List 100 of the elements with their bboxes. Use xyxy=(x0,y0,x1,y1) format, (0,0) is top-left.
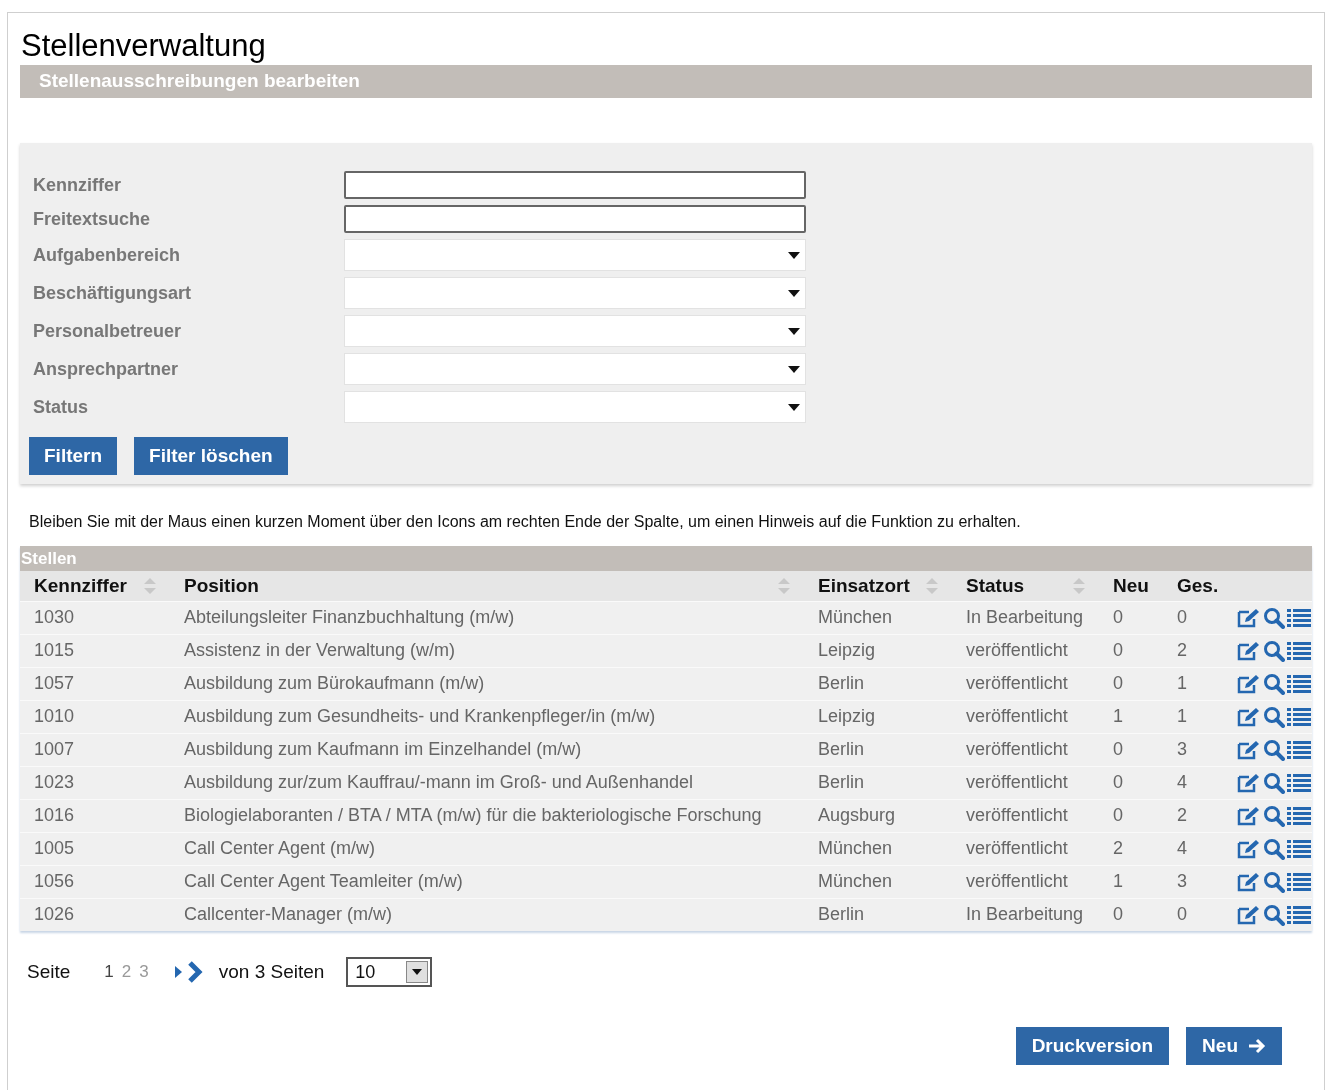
table-cell: veröffentlicht xyxy=(952,700,1099,733)
select-field[interactable] xyxy=(344,391,806,423)
table-cell: Berlin xyxy=(804,667,952,700)
edit-icon[interactable] xyxy=(1237,904,1261,925)
search-icon[interactable] xyxy=(1263,738,1285,761)
table-cell: Call Center Agent Teamleiter (m/w) xyxy=(170,865,804,898)
list-icon[interactable] xyxy=(1287,772,1311,793)
table-cell: 0 xyxy=(1099,601,1163,634)
edit-icon[interactable] xyxy=(1237,739,1261,760)
table-cell: 2 xyxy=(1099,832,1163,865)
table-cell: 3 xyxy=(1163,733,1233,766)
table-cell: Leipzig xyxy=(804,634,952,667)
table-cell: veröffentlicht xyxy=(952,634,1099,667)
subtitle: Stellenausschreibungen bearbeiten xyxy=(39,69,360,94)
edit-icon[interactable] xyxy=(1237,838,1261,859)
search-icon[interactable] xyxy=(1263,771,1285,794)
list-icon[interactable] xyxy=(1287,640,1311,661)
field-label: Status xyxy=(32,395,89,419)
field-label: Personalbetreuer xyxy=(32,319,183,343)
table-cell: 2 xyxy=(1163,799,1233,832)
list-icon[interactable] xyxy=(1287,805,1311,826)
search-icon[interactable] xyxy=(1263,870,1285,893)
text-input[interactable] xyxy=(344,205,806,233)
action-button[interactable]: Druckversion xyxy=(1015,1027,1170,1065)
search-icon[interactable] xyxy=(1263,606,1285,629)
table-cell: 0 xyxy=(1099,733,1163,766)
column-header[interactable]: Ges. xyxy=(1163,571,1233,601)
page-size-select[interactable]: 10 xyxy=(346,957,433,987)
search-icon[interactable] xyxy=(1263,837,1285,860)
list-icon[interactable] xyxy=(1287,673,1311,694)
dropdown-caret-icon xyxy=(406,961,429,983)
search-icon[interactable] xyxy=(1263,672,1285,695)
table-cell: 0 xyxy=(1163,601,1233,634)
list-icon[interactable] xyxy=(1287,904,1311,925)
filter-button[interactable]: Filter löschen xyxy=(134,437,288,475)
table-cell: Assistenz in der Verwaltung (w/m) xyxy=(170,634,804,667)
table-cell: In Bearbeitung xyxy=(952,601,1099,634)
edit-icon[interactable] xyxy=(1237,673,1261,694)
list-icon[interactable] xyxy=(1287,607,1311,628)
table-cell: Call Center Agent (m/w) xyxy=(170,832,804,865)
table-cell: veröffentlicht xyxy=(952,667,1099,700)
list-icon[interactable] xyxy=(1287,871,1311,892)
edit-icon[interactable] xyxy=(1237,805,1261,826)
dropdown-caret-icon xyxy=(788,327,800,335)
edit-icon[interactable] xyxy=(1237,772,1261,793)
next-page-icon[interactable] xyxy=(172,961,205,983)
column-header[interactable]: Neu xyxy=(1099,571,1163,601)
hint-text: Bleiben Sie mit der Maus einen kurzen Moment über den Icons am rechten Ende der Spalte, um einen Hinweis auf die Funktion zu erhalten. xyxy=(29,512,1022,532)
table-cell: 1010 xyxy=(20,700,170,733)
table-cell: 0 xyxy=(1099,766,1163,799)
edit-icon[interactable] xyxy=(1237,640,1261,661)
table-cell: Callcenter-Manager (m/w) xyxy=(170,898,804,931)
table-cell: veröffentlicht xyxy=(952,733,1099,766)
select-field[interactable] xyxy=(344,239,806,271)
table-cell: 0 xyxy=(1163,898,1233,931)
column-header[interactable]: Kennziffer xyxy=(20,571,170,601)
action-button[interactable]: Neu xyxy=(1186,1027,1282,1065)
table-cell: 1007 xyxy=(20,733,170,766)
table-cell: Leipzig xyxy=(804,700,952,733)
dropdown-caret-icon xyxy=(788,365,800,373)
table-cell: Ausbildung zum Bürokaufmann (m/w) xyxy=(170,667,804,700)
field-label: Freitextsuche xyxy=(32,207,152,231)
table-cell: In Bearbeitung xyxy=(952,898,1099,931)
select-field[interactable] xyxy=(344,315,806,347)
table-cell: Abteilungsleiter Finanzbuchhaltung (m/w) xyxy=(170,601,804,634)
table-cell: 1015 xyxy=(20,634,170,667)
table-cell: 1056 xyxy=(20,865,170,898)
list-icon[interactable] xyxy=(1287,706,1311,727)
table-cell: 1 xyxy=(1163,700,1233,733)
search-icon[interactable] xyxy=(1263,639,1285,662)
table-cell: Biologielaboranten / BTA / MTA (m/w) für die bakteriologische Forschung xyxy=(170,799,804,832)
column-header[interactable]: Einsatzort xyxy=(804,571,952,601)
column-header[interactable]: Status xyxy=(952,571,1099,601)
select-field[interactable] xyxy=(344,277,806,309)
table-cell: 2 xyxy=(1163,634,1233,667)
page-link[interactable]: 1 xyxy=(104,959,114,985)
column-header[interactable]: Position xyxy=(170,571,804,601)
list-icon[interactable] xyxy=(1287,739,1311,760)
list-icon[interactable] xyxy=(1287,838,1311,859)
search-icon[interactable] xyxy=(1263,705,1285,728)
table-cell: 0 xyxy=(1099,799,1163,832)
edit-icon[interactable] xyxy=(1237,607,1261,628)
table-cell: Berlin xyxy=(804,898,952,931)
table-cell: 4 xyxy=(1163,832,1233,865)
table-cell: veröffentlicht xyxy=(952,766,1099,799)
field-label: Beschäftigungsart xyxy=(32,281,193,305)
table-cell: 1005 xyxy=(20,832,170,865)
field-label: Aufgabenbereich xyxy=(32,243,182,267)
edit-icon[interactable] xyxy=(1237,706,1261,727)
table-cell: München xyxy=(804,865,952,898)
table-cell: München xyxy=(804,601,952,634)
table-cell: 0 xyxy=(1099,634,1163,667)
text-input[interactable] xyxy=(344,171,806,199)
edit-icon[interactable] xyxy=(1237,871,1261,892)
select-field[interactable] xyxy=(344,353,806,385)
search-icon[interactable] xyxy=(1263,903,1285,926)
field-label: Kennziffer xyxy=(32,173,122,197)
search-icon[interactable] xyxy=(1263,804,1285,827)
filter-button[interactable]: Filtern xyxy=(29,437,118,475)
table-cell: 1030 xyxy=(20,601,170,634)
